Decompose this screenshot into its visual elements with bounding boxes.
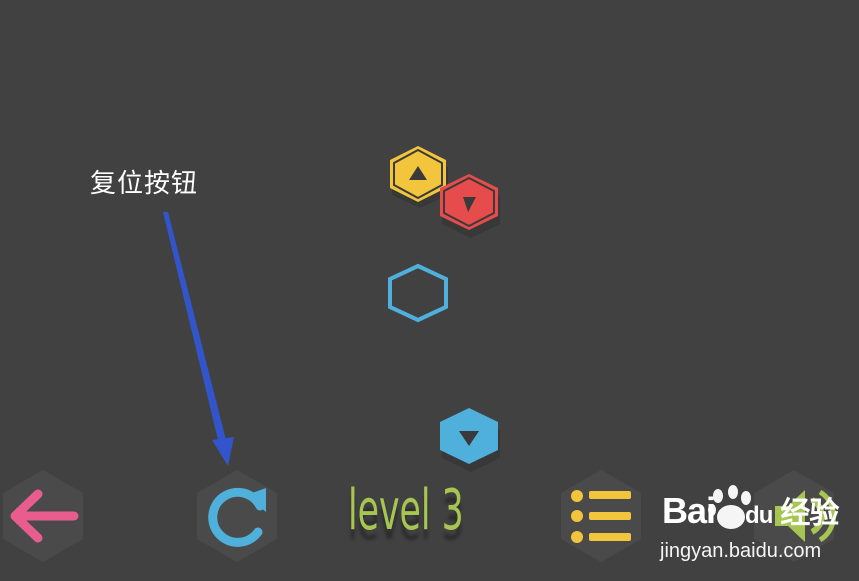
back-button[interactable]: [3, 470, 83, 562]
annotation-pointer-arrow: [163, 212, 234, 466]
annotation-label: 复位按钮: [90, 169, 199, 199]
level-label: level 3: [348, 478, 464, 543]
watermark-url: jingyan.baidu.com: [660, 540, 822, 562]
watermark-logo: Bai du 经验: [662, 488, 839, 532]
watermark-logo-suffix: du: [745, 502, 773, 529]
watermark-logo-cn: 经验: [780, 496, 839, 531]
piece-blue-target[interactable]: [388, 263, 448, 323]
list-icon: [571, 490, 631, 543]
menu-button[interactable]: [561, 470, 641, 562]
watermark-logo-text: Bai: [662, 490, 716, 531]
piece-red-down[interactable]: [440, 174, 500, 238]
piece-yellow-up[interactable]: [390, 146, 448, 208]
reset-button[interactable]: [197, 470, 277, 562]
piece-blue-down[interactable]: [440, 408, 500, 472]
